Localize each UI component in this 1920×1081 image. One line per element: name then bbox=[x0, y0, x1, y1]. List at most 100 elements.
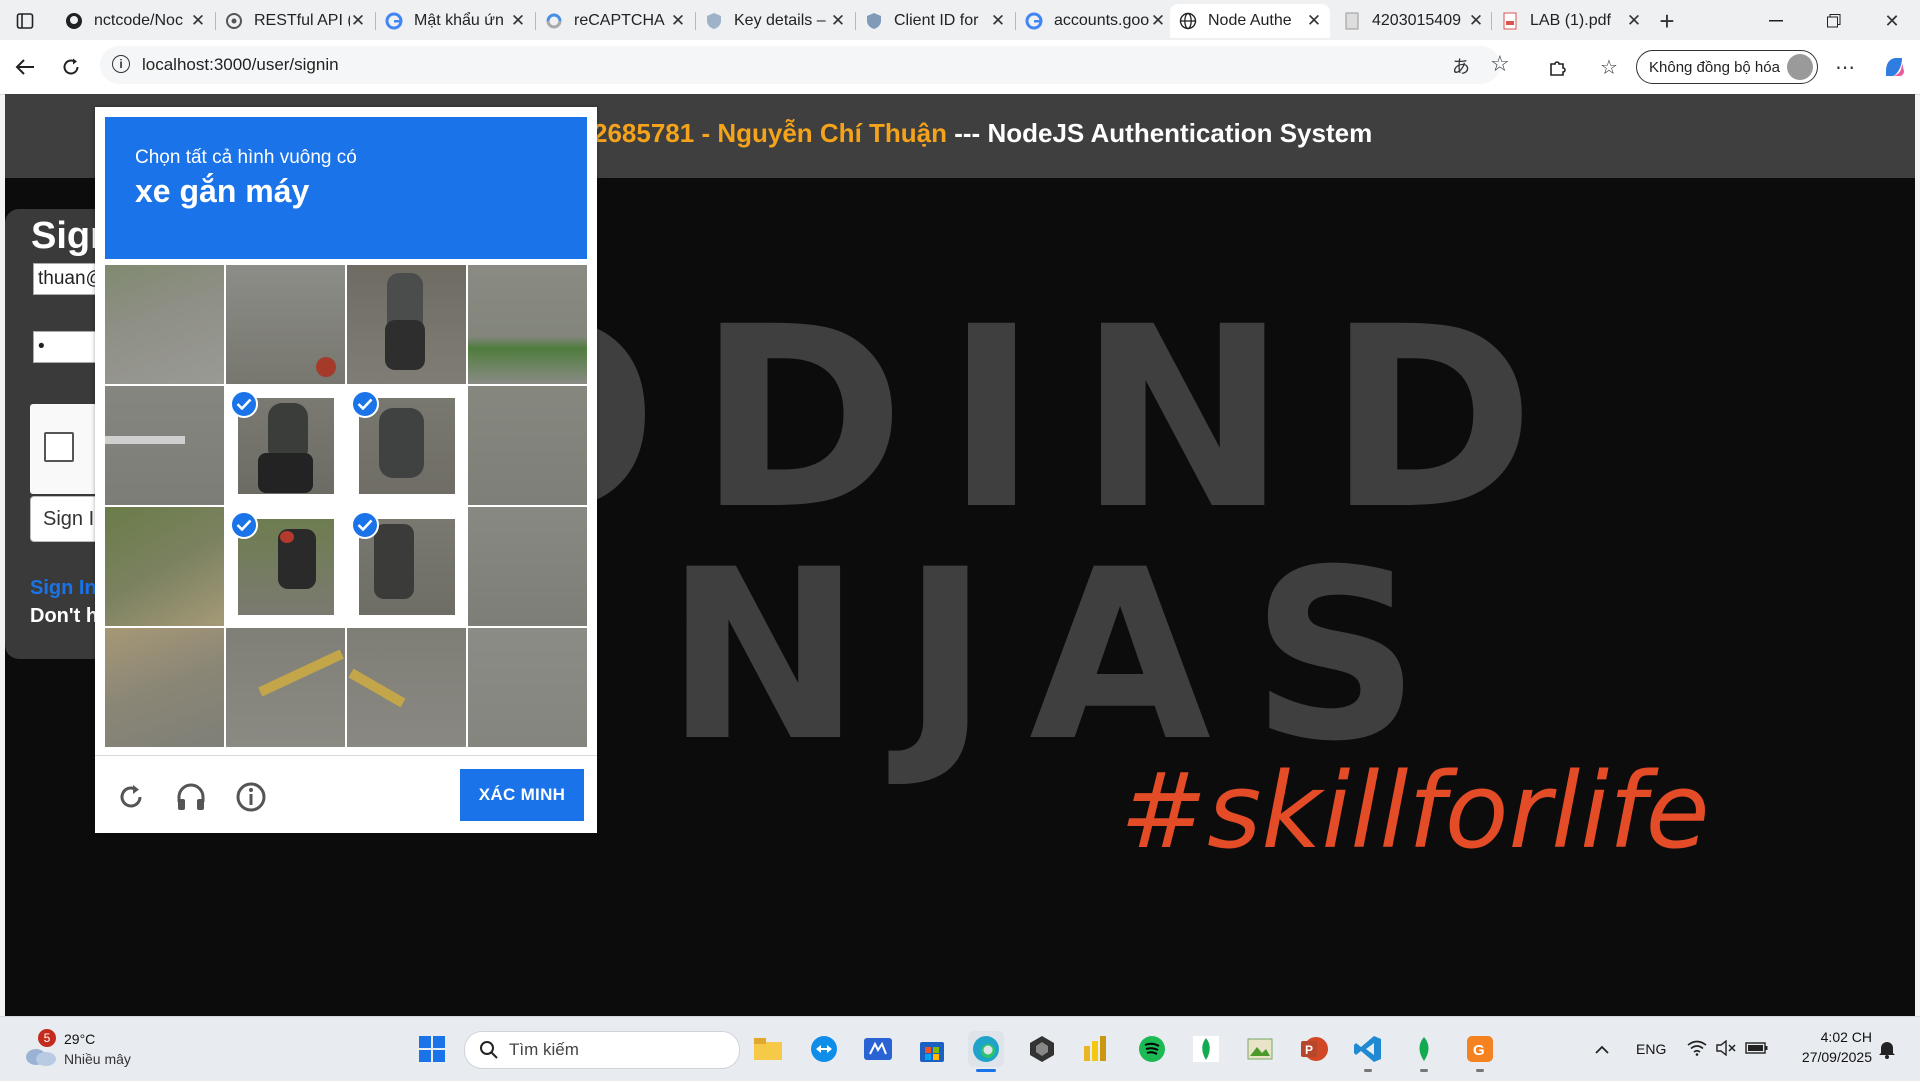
challenge-tile[interactable] bbox=[347, 265, 466, 384]
browser-tab[interactable]: Client ID for ✕ bbox=[856, 4, 1014, 38]
edge-browser-icon[interactable] bbox=[968, 1031, 1004, 1072]
close-icon[interactable]: ✕ bbox=[1306, 11, 1322, 31]
back-arrow-icon[interactable] bbox=[10, 52, 40, 82]
tab-title: Client ID for bbox=[894, 12, 979, 29]
spotify-icon[interactable] bbox=[1134, 1031, 1170, 1067]
volume-muted-icon[interactable] bbox=[1714, 1037, 1738, 1059]
battery-icon[interactable] bbox=[1744, 1037, 1770, 1059]
tab-actions-icon[interactable] bbox=[12, 8, 38, 34]
challenge-tile-selected[interactable] bbox=[226, 507, 345, 626]
close-icon[interactable]: ✕ bbox=[1150, 11, 1166, 31]
store-icon[interactable] bbox=[914, 1031, 950, 1067]
browser-tab[interactable]: nctcode/Noc ✕ bbox=[56, 4, 214, 38]
challenge-tile[interactable] bbox=[105, 386, 224, 505]
mongodb-icon[interactable] bbox=[1188, 1031, 1224, 1067]
taskbar-search[interactable]: Tìm kiếm bbox=[464, 1031, 740, 1069]
address-bar-row: i localhost:3000/user/signin あ ☆ ☆ Không… bbox=[0, 40, 1920, 95]
tab-title: 4203015409 bbox=[1372, 12, 1461, 29]
check-icon bbox=[230, 511, 258, 539]
challenge-tile-selected[interactable] bbox=[347, 386, 466, 505]
search-icon bbox=[480, 1041, 498, 1059]
tab-strip: nctcode/Noc ✕ RESTful API ( ✕ Mật khẩu ứ… bbox=[0, 0, 1920, 40]
extensions-icon[interactable] bbox=[1542, 52, 1572, 82]
close-icon[interactable]: ✕ bbox=[990, 11, 1006, 31]
recaptcha-challenge: Chọn tất cả hình vuông có xe gắn máy XÁC… bbox=[95, 107, 597, 833]
close-icon[interactable]: ✕ bbox=[670, 11, 686, 31]
wifi-icon[interactable] bbox=[1686, 1037, 1708, 1059]
mongodb-compass-icon[interactable] bbox=[1406, 1031, 1442, 1072]
url-text[interactable]: localhost:3000/user/signin bbox=[142, 55, 339, 75]
browser-tab[interactable]: Mật khẩu ứn ✕ bbox=[376, 4, 534, 38]
favorite-star-icon[interactable]: ☆ bbox=[1490, 51, 1510, 77]
check-icon bbox=[351, 390, 379, 418]
unity-icon[interactable] bbox=[1024, 1031, 1060, 1067]
file-explorer-icon[interactable] bbox=[750, 1031, 786, 1067]
vscode-icon[interactable] bbox=[1350, 1031, 1386, 1072]
close-icon[interactable]: ✕ bbox=[510, 11, 526, 31]
challenge-tile[interactable] bbox=[468, 507, 587, 626]
info-icon[interactable] bbox=[233, 779, 269, 815]
new-tab-icon[interactable]: + bbox=[1652, 6, 1682, 36]
challenge-tile[interactable] bbox=[105, 507, 224, 626]
challenge-tile-selected[interactable] bbox=[347, 507, 466, 626]
profile-button[interactable]: Không đồng bộ hóa bbox=[1636, 50, 1818, 84]
clock[interactable]: 4:02 CH 27/09/2025 bbox=[1782, 1029, 1872, 1069]
browser-tab[interactable]: LAB (1).pdf ✕ bbox=[1492, 4, 1650, 38]
pdf-reader-icon[interactable]: G bbox=[1462, 1031, 1498, 1072]
close-icon[interactable]: ✕ bbox=[350, 11, 366, 31]
minimize-icon[interactable] bbox=[1756, 6, 1796, 36]
powerpoint-icon[interactable]: P bbox=[1296, 1031, 1332, 1067]
url-bar[interactable]: i localhost:3000/user/signin あ ☆ bbox=[100, 46, 1510, 84]
challenge-tile[interactable] bbox=[468, 265, 587, 384]
close-icon[interactable]: ✕ bbox=[1468, 11, 1484, 31]
chevron-up-icon[interactable] bbox=[1590, 1037, 1614, 1061]
browser-tab-active[interactable]: Node Authe ✕ bbox=[1170, 4, 1330, 38]
clock-time: 4:02 CH bbox=[1820, 1029, 1872, 1045]
browser-tab[interactable]: Key details – ✕ bbox=[696, 4, 854, 38]
challenge-tile[interactable] bbox=[226, 628, 345, 747]
browser-tab[interactable]: RESTful API ( ✕ bbox=[216, 4, 374, 38]
notifications-bell-icon[interactable] bbox=[1874, 1037, 1900, 1061]
close-window-icon[interactable]: ✕ bbox=[1872, 6, 1912, 36]
favorites-icon[interactable]: ☆ bbox=[1594, 52, 1624, 82]
more-icon[interactable]: ⋯ bbox=[1830, 52, 1860, 82]
close-icon[interactable]: ✕ bbox=[1626, 11, 1642, 31]
recaptcha-checkbox[interactable] bbox=[44, 432, 74, 462]
translate-icon[interactable]: あ bbox=[1452, 53, 1470, 79]
signin-link[interactable]: Sign In bbox=[30, 577, 97, 600]
tile-image bbox=[226, 265, 345, 384]
challenge-tile[interactable] bbox=[468, 628, 587, 747]
challenge-tile[interactable] bbox=[105, 265, 224, 384]
challenge-tile[interactable] bbox=[105, 628, 224, 747]
challenge-tile[interactable] bbox=[468, 386, 587, 505]
verify-button[interactable]: XÁC MINH bbox=[460, 769, 584, 821]
weather-widget[interactable]: 5 29°C Nhiều mây bbox=[20, 1027, 150, 1071]
header-separator: --- bbox=[947, 118, 988, 148]
header-system-name: NodeJS Authentication System bbox=[987, 118, 1373, 148]
audio-challenge-icon[interactable] bbox=[173, 779, 209, 815]
challenge-tile[interactable] bbox=[347, 628, 466, 747]
teamviewer-icon[interactable] bbox=[806, 1031, 842, 1067]
refresh-icon[interactable] bbox=[56, 52, 86, 82]
challenge-grid bbox=[105, 265, 587, 747]
browser-tab[interactable]: accounts.goo ✕ bbox=[1016, 4, 1174, 38]
start-button[interactable] bbox=[414, 1031, 450, 1067]
reload-challenge-icon[interactable] bbox=[113, 779, 149, 815]
challenge-tile-selected[interactable] bbox=[226, 386, 345, 505]
terminal-app-icon[interactable] bbox=[860, 1031, 896, 1067]
site-info-icon[interactable]: i bbox=[112, 55, 130, 73]
browser-tab[interactable]: reCAPTCHA ✕ bbox=[536, 4, 694, 38]
copilot-icon[interactable] bbox=[1878, 52, 1910, 82]
browser-tab[interactable]: 4203015409 ✕ bbox=[1334, 4, 1492, 38]
restore-icon[interactable] bbox=[1814, 6, 1854, 36]
shield-icon bbox=[704, 11, 724, 31]
pdf-icon bbox=[1500, 11, 1520, 31]
image-viewer-icon[interactable] bbox=[1242, 1031, 1278, 1067]
tile-image bbox=[347, 265, 466, 384]
taskbar: 5 29°C Nhiều mây Tìm kiếm P G ENG 4:02 C… bbox=[0, 1016, 1920, 1081]
input-language[interactable]: ENG bbox=[1636, 1041, 1666, 1057]
close-icon[interactable]: ✕ bbox=[830, 11, 846, 31]
powerbi-icon[interactable] bbox=[1078, 1031, 1114, 1067]
close-icon[interactable]: ✕ bbox=[190, 11, 206, 31]
challenge-tile[interactable] bbox=[226, 265, 345, 384]
